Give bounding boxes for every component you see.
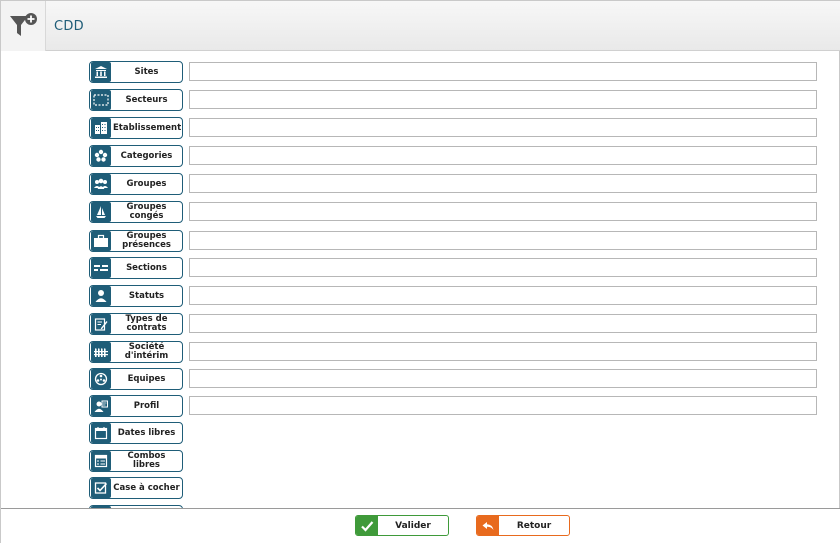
groupes-label: Groupes bbox=[126, 178, 167, 189]
check-icon bbox=[356, 516, 378, 535]
footer-bar: Valider Retour bbox=[1, 508, 840, 543]
combo-icon bbox=[91, 451, 111, 471]
sections-field[interactable] bbox=[189, 258, 817, 277]
equipes-button[interactable]: Equipes bbox=[89, 368, 183, 390]
groupes-presences-field[interactable] bbox=[189, 231, 817, 250]
return-arrow-icon bbox=[477, 516, 499, 535]
criteria-row-sections: Sections bbox=[1, 257, 840, 281]
criteria-row-case-a-cocher: Case à cocher bbox=[1, 477, 840, 501]
statuts-label: Statuts bbox=[128, 290, 165, 301]
criteria-row-statuts: Statuts bbox=[1, 285, 840, 309]
bank-icon bbox=[91, 62, 111, 82]
combos-libres-label: Combos libres bbox=[127, 451, 166, 470]
secteurs-field[interactable] bbox=[189, 90, 817, 109]
flower-icon bbox=[91, 146, 111, 166]
criteria-row-groupes: Groupes bbox=[1, 173, 840, 197]
valider-button[interactable]: Valider bbox=[355, 515, 449, 536]
criteria-row-dates-libres: Dates libres bbox=[1, 422, 840, 446]
groupes-button[interactable]: Groupes bbox=[89, 173, 183, 195]
categories-button[interactable]: Categories bbox=[89, 145, 183, 167]
criteria-row-equipes: Equipes bbox=[1, 368, 840, 392]
retour-label: Retour bbox=[516, 520, 552, 531]
dates-libres-label: Dates libres bbox=[117, 427, 176, 438]
profil-button[interactable]: Profil bbox=[89, 395, 183, 417]
filter-add-button[interactable] bbox=[1, 1, 46, 51]
statuts-button[interactable]: Statuts bbox=[89, 285, 183, 307]
sections-icon bbox=[91, 258, 111, 278]
criteria-row-secteurs: Secteurs bbox=[1, 89, 840, 113]
page-title: CDD bbox=[54, 19, 84, 34]
sections-button[interactable]: Sections bbox=[89, 257, 183, 279]
criteria-row-profil: Profil bbox=[1, 395, 840, 419]
types-contrats-field[interactable] bbox=[189, 314, 817, 333]
profil-field[interactable] bbox=[189, 396, 817, 415]
checkbox-icon bbox=[91, 478, 111, 498]
team-circle-icon bbox=[91, 369, 111, 389]
etablissement-label: Etablissement bbox=[113, 122, 182, 133]
case-a-cocher-label: Case à cocher bbox=[113, 482, 180, 493]
criteria-row-sites: Sites bbox=[1, 61, 840, 85]
sailboat-icon bbox=[91, 202, 111, 222]
criteria-list[interactable]: Sites Secteurs Etablissement Categories … bbox=[1, 52, 840, 508]
etablissement-field[interactable] bbox=[189, 118, 817, 137]
criteria-row-combos-libres: Combos libres bbox=[1, 450, 840, 474]
header-bar: CDD bbox=[1, 1, 840, 51]
sites-label: Sites bbox=[134, 66, 159, 77]
window-frame: CDD Sites Secteurs Etablissement Categor… bbox=[0, 0, 840, 543]
statuts-field[interactable] bbox=[189, 286, 817, 305]
fence-icon bbox=[91, 342, 111, 362]
societe-interim-field[interactable] bbox=[189, 342, 817, 361]
calendar-icon bbox=[91, 423, 111, 443]
sites-button[interactable]: Sites bbox=[89, 61, 183, 83]
societe-interim-button[interactable]: Société d'intérim bbox=[89, 341, 183, 363]
categories-label: Categories bbox=[120, 150, 173, 161]
secteurs-button[interactable]: Secteurs bbox=[89, 89, 183, 111]
sections-label: Sections bbox=[126, 262, 167, 273]
groupes-presences-label: Groupes présences bbox=[122, 231, 171, 250]
equipes-field[interactable] bbox=[189, 369, 817, 388]
societe-interim-label: Société d'intérim bbox=[124, 342, 169, 361]
criteria-row-types-contrats: Types de contrats bbox=[1, 313, 840, 337]
briefcase-icon bbox=[91, 231, 111, 251]
etablissement-button[interactable]: Etablissement bbox=[89, 117, 183, 139]
groupes-conges-field[interactable] bbox=[189, 202, 817, 221]
sites-field[interactable] bbox=[189, 62, 817, 81]
valider-label: Valider bbox=[395, 520, 431, 531]
criteria-row-groupes-conges: Groupes congés bbox=[1, 201, 840, 225]
equipes-label: Equipes bbox=[127, 373, 166, 384]
criteria-row-groupes-presences: Groupes présences bbox=[1, 230, 840, 254]
case-a-cocher-button[interactable]: Case à cocher bbox=[89, 477, 183, 499]
criteria-row-societe-interim: Société d'intérim bbox=[1, 341, 840, 365]
profil-label: Profil bbox=[133, 400, 160, 411]
groupes-conges-label: Groupes congés bbox=[126, 202, 167, 221]
categories-field[interactable] bbox=[189, 146, 817, 165]
criteria-row-etablissement: Etablissement bbox=[1, 117, 840, 141]
groupes-presences-button[interactable]: Groupes présences bbox=[89, 230, 183, 252]
dates-libres-button[interactable]: Dates libres bbox=[89, 422, 183, 444]
groupes-conges-button[interactable]: Groupes congés bbox=[89, 201, 183, 223]
filter-add-icon bbox=[10, 13, 37, 36]
secteurs-label: Secteurs bbox=[125, 94, 168, 105]
retour-button[interactable]: Retour bbox=[476, 515, 570, 536]
criteria-row-categories: Categories bbox=[1, 145, 840, 169]
dashed-square-icon bbox=[91, 90, 111, 110]
profile-icon bbox=[91, 396, 111, 416]
groupes-field[interactable] bbox=[189, 174, 817, 193]
person-icon bbox=[91, 286, 111, 306]
types-contrats-label: Types de contrats bbox=[125, 314, 168, 333]
buildings-icon bbox=[91, 118, 111, 138]
combos-libres-button[interactable]: Combos libres bbox=[89, 450, 183, 472]
contract-edit-icon bbox=[91, 314, 111, 334]
types-contrats-button[interactable]: Types de contrats bbox=[89, 313, 183, 335]
users-icon bbox=[91, 174, 111, 194]
